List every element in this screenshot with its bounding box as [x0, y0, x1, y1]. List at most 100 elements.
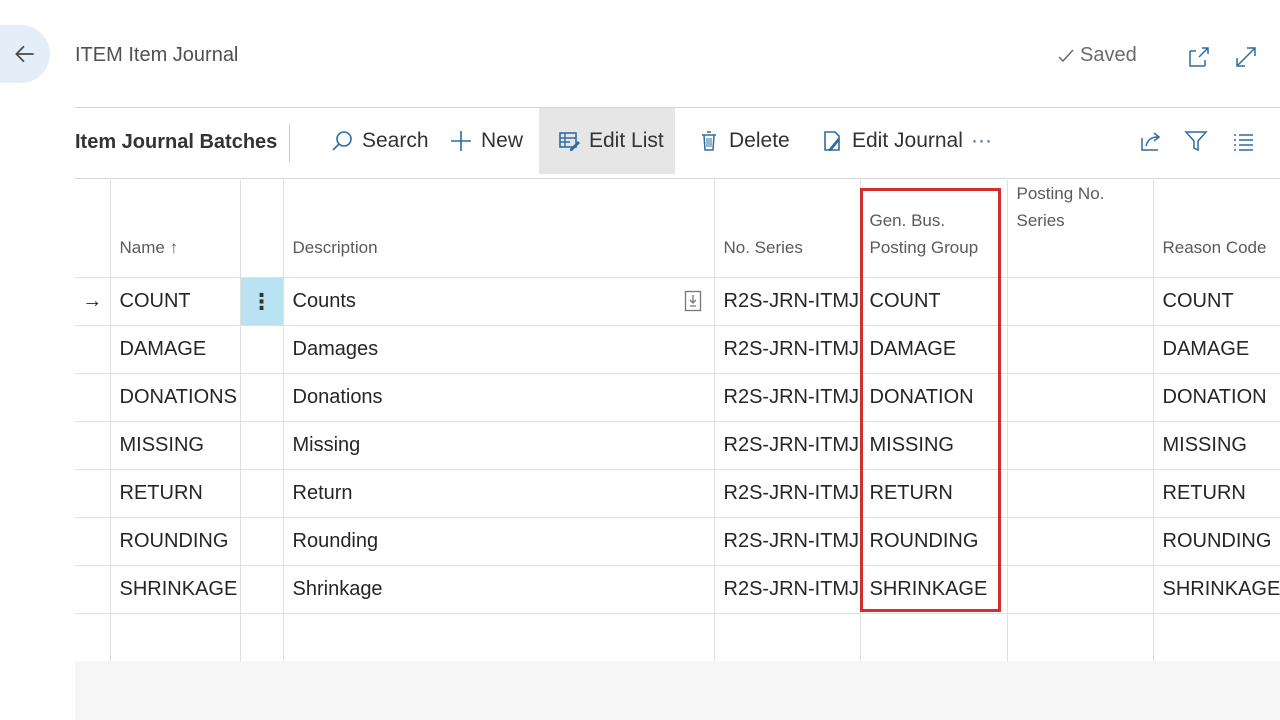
row-menu-cell[interactable] — [240, 421, 284, 470]
row-menu-cell[interactable] — [240, 469, 284, 518]
table-row[interactable]: MISSING Missing R2S-JRN-ITMJ MISSING MIS… — [75, 421, 1280, 470]
cell-description[interactable]: Missing — [283, 421, 715, 470]
cell-name[interactable]: DONATIONS — [110, 373, 241, 422]
cell-reason-code[interactable]: MISSING — [1153, 421, 1280, 470]
table-row[interactable]: ROUNDING Rounding R2S-JRN-ITMJ ROUNDING … — [75, 517, 1280, 566]
row-menu-cell[interactable] — [240, 613, 284, 662]
cell-gen-bus-posting-group[interactable]: MISSING — [860, 421, 1008, 470]
cell-reason-code[interactable]: DAMAGE — [1153, 325, 1280, 374]
row-menu-cell[interactable] — [240, 373, 284, 422]
cell-name[interactable]: DAMAGE — [110, 325, 241, 374]
plus-icon — [451, 131, 471, 151]
row-marker — [75, 373, 111, 422]
table-row[interactable]: RETURN Return R2S-JRN-ITMJ RETURN RETURN — [75, 469, 1280, 518]
cell-no-series[interactable]: R2S-JRN-ITMJ — [714, 325, 861, 374]
cell-posting-no-series[interactable] — [1007, 421, 1154, 470]
item-journal-batches-grid: Name ↑ Description No. Series Gen. Bus. … — [75, 180, 1280, 662]
edit-journal-button[interactable]: Edit Journal — [810, 108, 973, 174]
share-button[interactable] — [1138, 128, 1166, 156]
posting-no-header-line2: Series — [1016, 211, 1065, 230]
cell-no-series[interactable]: R2S-JRN-ITMJ — [714, 565, 861, 614]
column-header-gen-bus-posting-group[interactable]: Gen. Bus. Posting Group — [860, 180, 1008, 278]
row-menu-cell[interactable] — [240, 565, 284, 614]
cell-description[interactable]: Counts — [283, 277, 715, 326]
cell-description[interactable]: Donations — [283, 373, 715, 422]
cell-reason-code[interactable]: DONATION — [1153, 373, 1280, 422]
new-empty-row[interactable] — [75, 613, 1280, 662]
cell-posting-no-series[interactable] — [1007, 613, 1154, 662]
cell-gen-bus-posting-group[interactable]: DAMAGE — [860, 325, 1008, 374]
share-icon — [1141, 132, 1161, 151]
open-in-new-window-button[interactable] — [1186, 44, 1212, 70]
row-menu-header — [240, 180, 284, 278]
cell-gen-bus-posting-group[interactable]: SHRINKAGE — [860, 565, 1008, 614]
edit-journal-label: Edit Journal — [852, 129, 963, 152]
cell-posting-no-series[interactable] — [1007, 325, 1154, 374]
new-button[interactable]: New — [439, 108, 533, 174]
cell-reason-code[interactable]: ROUNDING — [1153, 517, 1280, 566]
delete-button[interactable]: Delete — [687, 108, 800, 174]
cell-no-series[interactable]: R2S-JRN-ITMJ — [714, 277, 861, 326]
cell-posting-no-series[interactable] — [1007, 373, 1154, 422]
cell-name[interactable]: ROUNDING — [110, 517, 241, 566]
filter-button[interactable] — [1183, 128, 1211, 156]
cell-name[interactable]: SHRINKAGE — [110, 565, 241, 614]
cell-description[interactable] — [283, 613, 715, 662]
cell-no-series[interactable]: R2S-JRN-ITMJ — [714, 469, 861, 518]
gen-bus-header-line1: Gen. Bus. — [869, 211, 946, 230]
cell-no-series[interactable]: R2S-JRN-ITMJ — [714, 421, 861, 470]
cell-description[interactable]: Rounding — [283, 517, 715, 566]
cell-posting-no-series[interactable] — [1007, 469, 1154, 518]
column-header-no-series[interactable]: No. Series — [714, 180, 861, 278]
search-button[interactable]: Search — [320, 108, 439, 174]
cell-name[interactable]: MISSING — [110, 421, 241, 470]
table-row[interactable]: DAMAGE Damages R2S-JRN-ITMJ DAMAGE DAMAG… — [75, 325, 1280, 374]
cell-reason-code[interactable] — [1153, 613, 1280, 662]
column-header-name[interactable]: Name ↑ — [110, 180, 241, 278]
table-row[interactable]: → COUNT ⋮ Counts R2S-JRN-ITMJ COUNT COUN… — [75, 277, 1280, 326]
assist-edit-icon[interactable] — [684, 290, 702, 312]
list-view-button[interactable] — [1230, 128, 1258, 156]
row-marker — [75, 565, 111, 614]
cell-reason-code[interactable]: SHRINKAGE — [1153, 565, 1280, 614]
expand-button[interactable] — [1233, 44, 1259, 70]
cell-gen-bus-posting-group[interactable]: ROUNDING — [860, 517, 1008, 566]
more-options-button[interactable]: ··· — [961, 108, 1002, 174]
cell-description[interactable]: Shrinkage — [283, 565, 715, 614]
cell-posting-no-series[interactable] — [1007, 277, 1154, 326]
edit-list-label: Edit List — [589, 129, 664, 152]
cell-gen-bus-posting-group[interactable]: DONATION — [860, 373, 1008, 422]
cell-no-series[interactable] — [714, 613, 861, 662]
action-bar-separator — [289, 124, 290, 162]
table-row[interactable]: DONATIONS Donations R2S-JRN-ITMJ DONATIO… — [75, 373, 1280, 422]
saved-label: Saved — [1080, 44, 1137, 66]
row-menu-cell[interactable] — [240, 325, 284, 374]
cell-description[interactable]: Return — [283, 469, 715, 518]
cell-gen-bus-posting-group[interactable]: RETURN — [860, 469, 1008, 518]
column-header-posting-no-series[interactable]: Posting No. Series x — [1007, 180, 1154, 278]
grid-footer-area — [75, 661, 1280, 720]
column-header-reason-code[interactable]: Reason Code — [1153, 180, 1280, 278]
cell-description[interactable]: Damages — [283, 325, 715, 374]
row-menu-button[interactable]: ⋮ — [240, 277, 284, 326]
cell-gen-bus-posting-group[interactable]: COUNT — [860, 277, 1008, 326]
cell-posting-no-series[interactable] — [1007, 565, 1154, 614]
open-in-new-window-icon — [1189, 47, 1209, 67]
filter-icon — [1184, 131, 1208, 152]
table-row[interactable]: SHRINKAGE Shrinkage R2S-JRN-ITMJ SHRINKA… — [75, 565, 1280, 614]
cell-reason-code[interactable]: COUNT — [1153, 277, 1280, 326]
column-header-description[interactable]: Description — [283, 180, 715, 278]
cell-no-series[interactable]: R2S-JRN-ITMJ — [714, 373, 861, 422]
cell-no-series[interactable]: R2S-JRN-ITMJ — [714, 517, 861, 566]
cell-name[interactable]: RETURN — [110, 469, 241, 518]
cell-name[interactable]: COUNT — [110, 277, 241, 326]
row-marker — [75, 325, 111, 374]
cell-posting-no-series[interactable] — [1007, 517, 1154, 566]
row-menu-cell[interactable] — [240, 517, 284, 566]
back-button[interactable] — [0, 25, 50, 83]
edit-list-button[interactable]: Edit List — [539, 108, 675, 174]
cell-gen-bus-posting-group[interactable] — [860, 613, 1008, 662]
cell-reason-code[interactable]: RETURN — [1153, 469, 1280, 518]
row-marker-header — [75, 180, 111, 278]
cell-name[interactable] — [110, 613, 241, 662]
